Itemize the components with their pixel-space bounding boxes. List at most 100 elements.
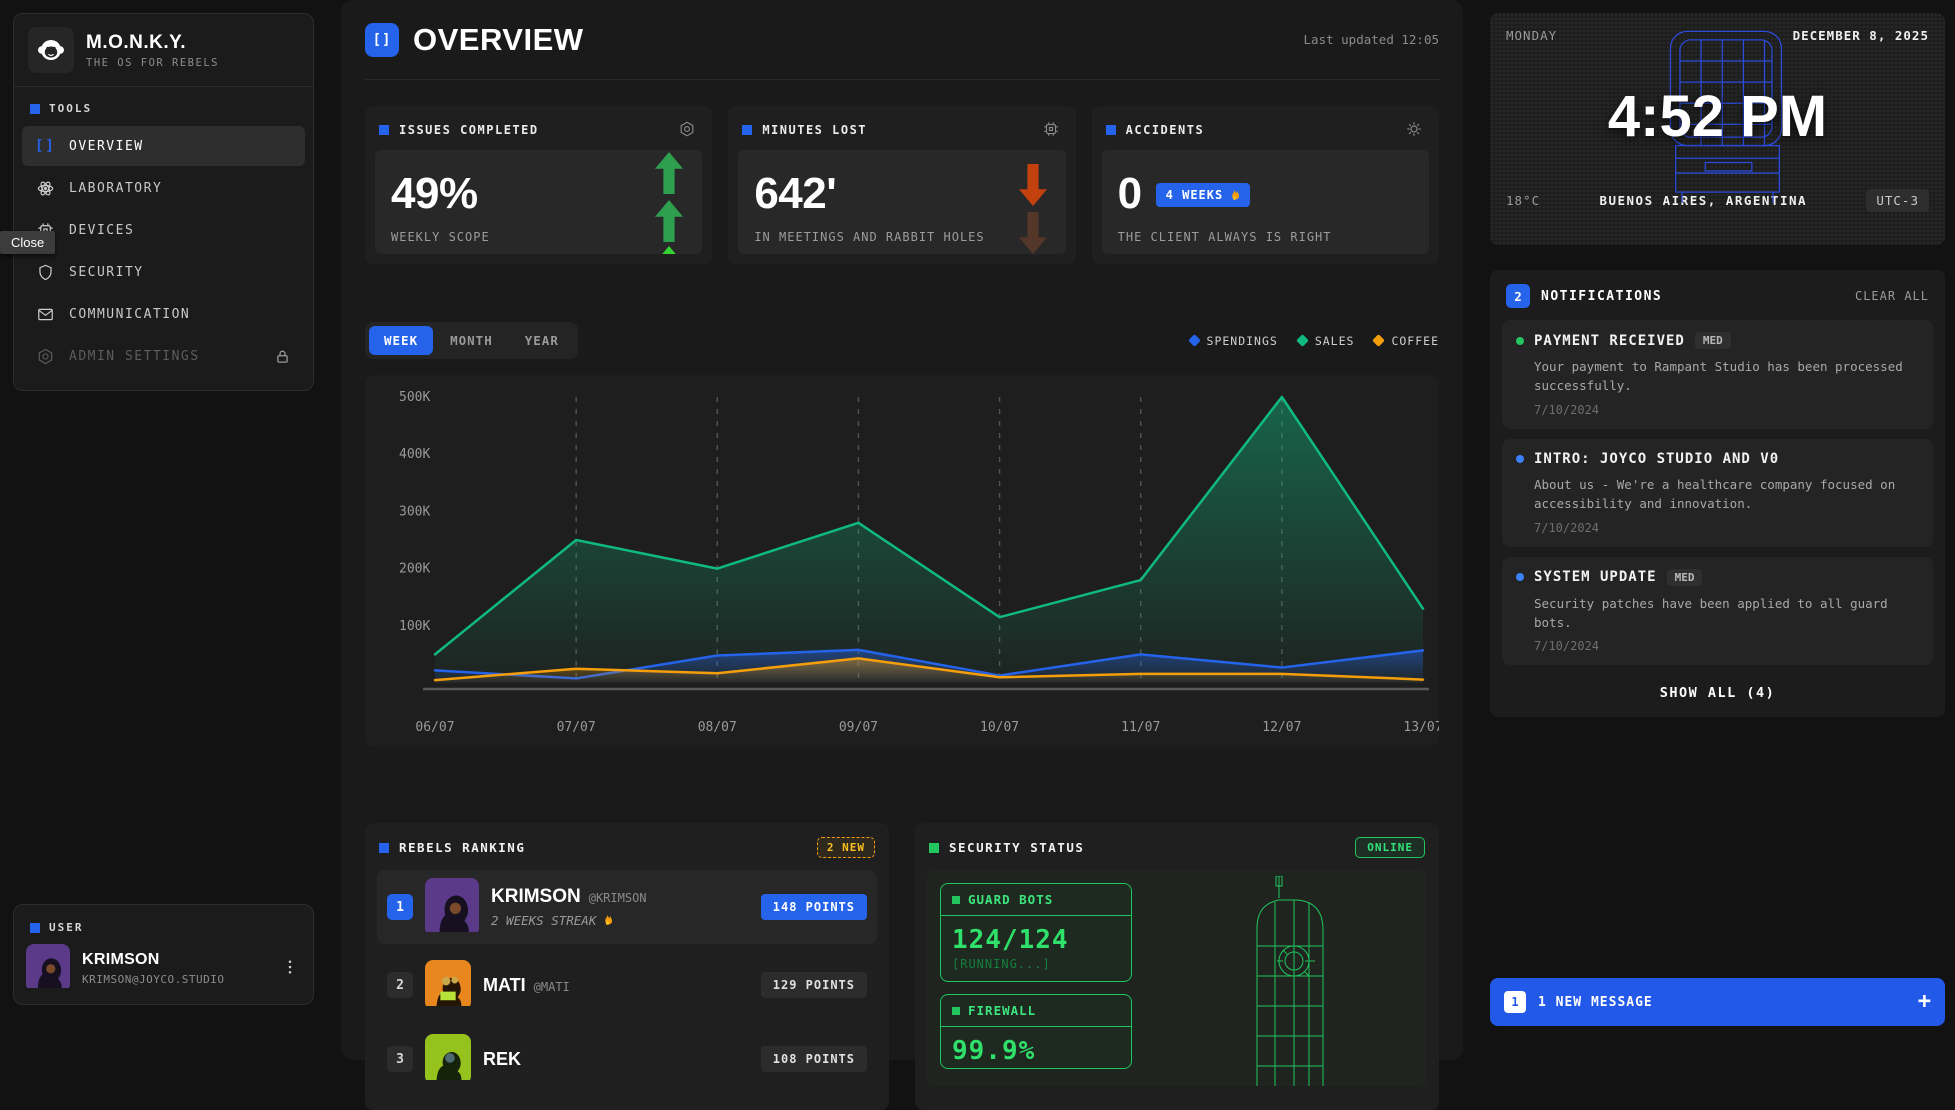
sidebar-item-communication[interactable]: COMMUNICATION (22, 294, 305, 334)
rank-number: 2 (387, 972, 413, 998)
rebel-handle: @MATI (534, 980, 570, 994)
new-badge: 2 NEW (817, 837, 875, 858)
stat-value: 0 (1118, 172, 1142, 216)
sidebar-item-security[interactable]: SECURITY (22, 252, 305, 292)
monkey-logo-icon (28, 27, 74, 73)
hex-nut-settings-icon[interactable] (678, 120, 698, 140)
points-badge: 108 POINTS (761, 1046, 867, 1072)
avatar-krimson (425, 878, 479, 936)
rank-number: 1 (387, 894, 413, 920)
main-panel: [] OVERVIEW Last updated 12:05 ISSUES CO… (341, 0, 1463, 1060)
app-logo: M.O.N.K.Y. THE OS FOR REBELS (14, 14, 313, 87)
legend-item-spendings[interactable]: SPENDINGS (1190, 334, 1278, 348)
sidebar: M.O.N.K.Y. THE OS FOR REBELS TOOLS [] OV… (13, 13, 314, 1005)
blue-dot-icon (1516, 573, 1524, 581)
blue-square-bullet (30, 104, 40, 114)
green-diamond-icon (1296, 334, 1309, 347)
clock-card: MONDAY DECEMBER 8, 2025 4:52 PM 18°C BUE… (1490, 13, 1945, 245)
severity-badge: MED (1695, 332, 1731, 349)
rank-number: 3 (387, 1046, 413, 1072)
blue-square-bullet (379, 843, 389, 853)
flame-icon (602, 914, 613, 927)
close-tooltip: Close (0, 231, 55, 254)
tools-section-label: TOOLS (14, 87, 313, 124)
guard-bots-box: GUARD BOTS 124/124 [RUNNING...] (940, 883, 1132, 982)
ranking-row-3[interactable]: 3 REK 108 POINTS (377, 1026, 877, 1092)
online-badge: ONLINE (1355, 837, 1425, 858)
blue-square-bullet (742, 125, 752, 135)
notification-intro-joyco[interactable]: INTRO: JOYCO STUDIO AND V0 About us - We… (1502, 439, 1933, 547)
user-name: KRIMSON (82, 951, 224, 969)
points-badge: 148 POINTS (761, 894, 867, 920)
rebel-streak: 2 WEEKS STREAK (491, 913, 647, 928)
robot-wireframe-illustration (1239, 876, 1349, 1086)
chip-settings-icon[interactable] (1042, 120, 1062, 140)
tab-year[interactable]: YEAR (510, 326, 574, 355)
green-dot-icon (1516, 337, 1524, 345)
atom-icon (35, 178, 55, 198)
notification-payment-received[interactable]: PAYMENT RECEIVED MED Your payment to Ram… (1502, 320, 1933, 429)
ranking-row-1[interactable]: 1 KRIMSON @KRIMSON 2 WEEKS STREAK (377, 870, 877, 944)
stat-title: MINUTES LOST (762, 123, 867, 137)
timezone-badge: UTC-3 (1866, 189, 1929, 212)
page-title: OVERVIEW (413, 22, 584, 58)
legend-item-coffee[interactable]: COFFEE (1374, 334, 1439, 348)
svg-text:06/07: 06/07 (415, 720, 454, 735)
stat-card-issues-completed: ISSUES COMPLETED 49% WEEKLY SCOPE (365, 106, 712, 264)
ranking-title: REBELS RANKING (399, 840, 525, 855)
notification-system-update[interactable]: SYSTEM UPDATE MED Security patches have … (1502, 557, 1933, 666)
stats-row: ISSUES COMPLETED 49% WEEKLY SCOPE (365, 106, 1439, 264)
notification-body: Your payment to Rampant Studio has been … (1534, 357, 1919, 396)
security-status-card: SECURITY STATUS ONLINE GUARD BOTS 124/12… (915, 823, 1439, 1110)
severity-badge: MED (1667, 569, 1703, 586)
stat-card-accidents: ACCIDENTS 0 4 WEEKS (1092, 106, 1439, 264)
temperature: 18°C (1506, 193, 1540, 208)
overview-brackets-icon: [] (365, 23, 399, 57)
notification-date: 7/10/2024 (1534, 639, 1919, 653)
svg-text:12/07: 12/07 (1262, 720, 1301, 735)
tools-nav: [] OVERVIEW LABORATORY (14, 126, 313, 376)
sidebar-nav-card: M.O.N.K.Y. THE OS FOR REBELS TOOLS [] OV… (13, 13, 314, 391)
hex-gear-icon (35, 346, 55, 366)
svg-text:200K: 200K (399, 562, 430, 577)
clear-all-button[interactable]: CLEAR ALL (1855, 289, 1929, 303)
clock-day: MONDAY (1506, 28, 1557, 43)
firewall-value: 99.9% (941, 1027, 1131, 1068)
plus-icon[interactable]: + (1918, 991, 1931, 1013)
points-badge: 129 POINTS (761, 972, 867, 998)
sun-gear-settings-icon[interactable] (1405, 120, 1425, 140)
notification-body: Security patches have been applied to al… (1534, 594, 1919, 633)
tab-week[interactable]: WEEK (369, 326, 433, 355)
user-menu-kebab-icon[interactable] (281, 958, 301, 978)
stat-sublabel: THE CLIENT ALWAYS IS RIGHT (1118, 230, 1332, 244)
show-all-button[interactable]: SHOW ALL (4) (1502, 675, 1933, 705)
svg-text:11/07: 11/07 (1121, 720, 1160, 735)
avatar-mati (425, 960, 471, 1010)
notifications-card: 2 NOTIFICATIONS CLEAR ALL PAYMENT RECEIV… (1490, 270, 1945, 717)
sidebar-item-devices[interactable]: DEVICES (22, 210, 305, 250)
legend-item-sales[interactable]: SALES (1298, 334, 1355, 348)
avatar-rek (425, 1034, 471, 1084)
notification-body: About us - We're a healthcare company fo… (1534, 475, 1919, 514)
trend-up-arrows-icon (650, 150, 686, 254)
streak-badge: 4 WEEKS (1156, 183, 1251, 207)
blue-square-bullet (379, 125, 389, 135)
trend-down-arrows-icon (1014, 150, 1050, 254)
guard-bots-label: GUARD BOTS (968, 892, 1053, 907)
stat-title: ACCIDENTS (1126, 123, 1205, 137)
notifications-count-badge: 2 (1506, 284, 1530, 308)
message-text: 1 NEW MESSAGE (1538, 995, 1653, 1010)
sidebar-item-laboratory[interactable]: LABORATORY (22, 168, 305, 208)
stat-title: ISSUES COMPLETED (399, 123, 539, 137)
chart-svg: 100K200K300K400K500K06/0707/0708/0709/07… (365, 375, 1439, 743)
tab-month[interactable]: MONTH (435, 326, 508, 355)
sidebar-item-admin-settings: ADMIN SETTINGS (22, 336, 305, 376)
mail-icon (35, 304, 55, 324)
last-updated-text: Last updated 12:05 (1304, 32, 1439, 47)
svg-text:13/07: 13/07 (1403, 720, 1439, 735)
ranking-row-2[interactable]: 2 MATI @MATI 129 POINTS (377, 952, 877, 1018)
blue-square-bullet (30, 923, 40, 933)
sidebar-item-overview[interactable]: [] OVERVIEW (22, 126, 305, 166)
svg-text:400K: 400K (399, 447, 430, 462)
new-message-bar[interactable]: 1 1 NEW MESSAGE + (1490, 978, 1945, 1026)
